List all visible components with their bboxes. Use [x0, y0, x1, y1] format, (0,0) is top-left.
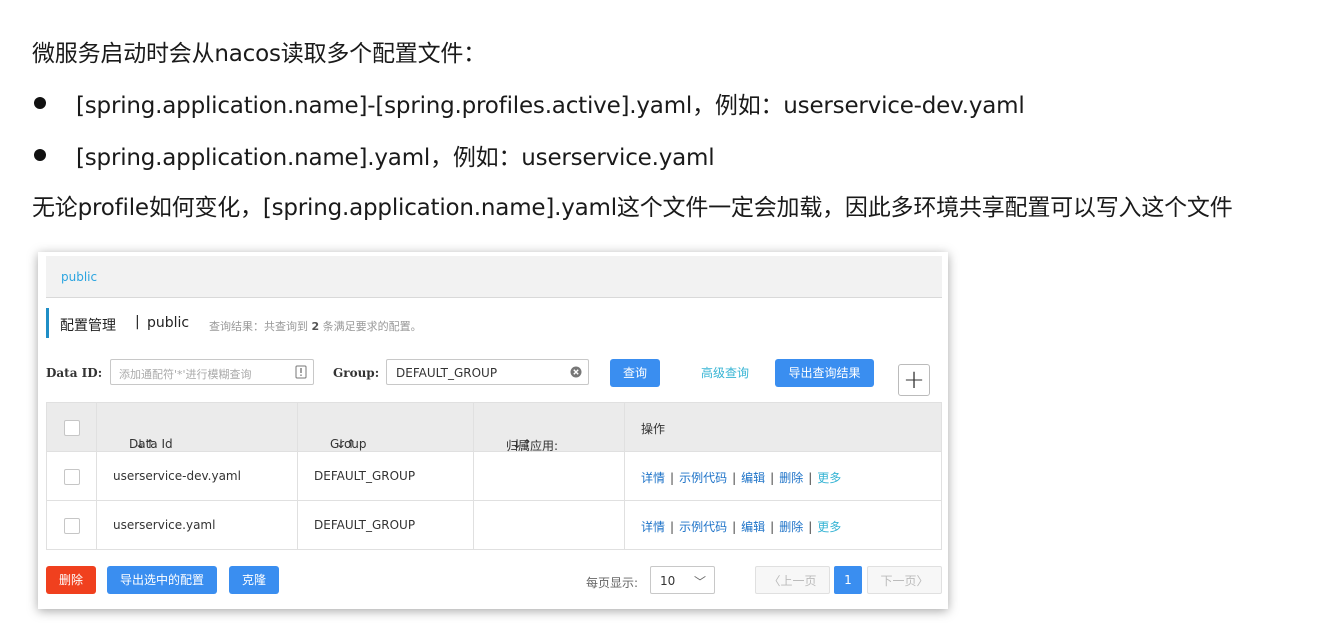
clear-icon[interactable] — [570, 366, 582, 380]
group-label: Group: — [333, 366, 380, 380]
dataid-label: Data ID: — [46, 366, 103, 380]
cell-dataid: userservice.yaml — [97, 501, 298, 549]
title-separator: | — [135, 314, 140, 330]
next-page-button[interactable]: 下一页〉 — [867, 566, 942, 594]
advanced-query-link[interactable]: 高级查询 — [694, 359, 756, 387]
chevron-down-icon: ﹀ — [693, 575, 706, 589]
table-row: userservice-dev.yaml DEFAULT_GROUP 详情 | 示例… — [47, 452, 941, 501]
cell-group: DEFAULT_GROUP — [298, 501, 474, 549]
group-text: DEFAULT_GROUP — [314, 469, 416, 483]
sample-code-link[interactable]: 示例代码 — [679, 471, 727, 485]
dataid-placeholder: 添加通配符'*'进行模糊查询 — [119, 368, 252, 381]
export-query-button[interactable]: 导出查询结果 — [775, 359, 874, 387]
group-text: DEFAULT_GROUP — [314, 518, 416, 532]
detail-link[interactable]: 详情 — [641, 471, 665, 485]
sort-icon[interactable]: ↓↑ — [336, 437, 356, 451]
select-all-checkbox[interactable] — [64, 420, 80, 436]
chevron-right-icon: 〉 — [916, 574, 929, 588]
bullet-dot-icon — [34, 149, 46, 161]
row-checkbox[interactable] — [64, 469, 80, 485]
query-button[interactable]: 查询 — [610, 359, 660, 387]
namespace-tab-public[interactable]: public — [61, 270, 97, 284]
sort-icon[interactable]: ↓↑ — [512, 437, 532, 451]
cell-ops: 详情 | 示例代码 | 编辑 | 删除 | 更多 — [641, 520, 842, 534]
edit-link[interactable]: 编辑 — [741, 471, 765, 485]
conclusion-line: 无论profile如何变化，[spring.application.name].… — [32, 195, 1233, 221]
header-group[interactable]: Group ↓↑ — [298, 403, 474, 451]
sort-icon[interactable]: ↓↑ — [135, 437, 155, 451]
clone-button[interactable]: 克隆 — [229, 566, 279, 594]
header-app[interactable]: 归属应用: ↓↑ — [474, 403, 625, 453]
prev-page-button[interactable]: 〈上一页 — [755, 566, 830, 594]
header-ops: 操作 — [625, 403, 941, 451]
clipboard-icon[interactable] — [295, 365, 307, 379]
page-size-label: 每页显示: — [586, 576, 639, 590]
nacos-config-panel: public 配置管理 | public 查询结果：共查询到 2 条满足要求的配… — [38, 252, 948, 609]
page-size-value: 10 — [660, 574, 676, 588]
bullet-text-1: [spring.application.name]-[spring.profil… — [76, 93, 1025, 119]
page-1-button[interactable]: 1 — [834, 566, 862, 594]
header-select-cell — [47, 403, 97, 451]
result-count: 2 — [311, 320, 320, 333]
table-header-row: Data Id ↓↑ Group ↓↑ 归属应用: ↓↑ 操作 — [47, 403, 941, 453]
detail-link[interactable]: 详情 — [641, 520, 665, 534]
edit-link[interactable]: 编辑 — [741, 520, 765, 534]
result-prefix: 查询结果：共查询到 — [209, 320, 308, 333]
cell-ops: 详情 | 示例代码 | 编辑 | 删除 | 更多 — [641, 471, 842, 485]
delete-button[interactable]: 删除 — [46, 566, 96, 594]
page-title-row: 配置管理 | public 查询结果：共查询到 2 条满足要求的配置。 — [46, 308, 422, 338]
more-link[interactable]: 更多 — [817, 520, 841, 534]
page-title: 配置管理 — [60, 318, 116, 334]
header-dataid[interactable]: Data Id ↓↑ — [97, 403, 298, 451]
cell-app — [474, 452, 625, 500]
table-row: userservice.yaml DEFAULT_GROUP 详情 | 示例代码 | 编… — [47, 501, 941, 549]
next-page-label: 下一页 — [880, 574, 917, 588]
chevron-left-icon: 〈 — [768, 574, 781, 588]
query-result-summary: 查询结果：共查询到 2 条满足要求的配置。 — [209, 318, 422, 334]
config-table: Data Id ↓↑ Group ↓↑ 归属应用: ↓↑ 操作 userservice… — [46, 402, 942, 550]
row-select-cell — [47, 501, 97, 549]
result-suffix: 条满足要求的配置。 — [322, 320, 422, 333]
sample-code-link[interactable]: 示例代码 — [679, 520, 727, 534]
dataid-text: userservice-dev.yaml — [113, 469, 241, 483]
group-value: DEFAULT_GROUP — [396, 366, 498, 380]
more-link[interactable]: 更多 — [817, 471, 841, 485]
bullet-text-2: [spring.application.name].yaml，例如：userse… — [76, 145, 715, 171]
delete-link[interactable]: 删除 — [779, 520, 803, 534]
prev-page-label: 上一页 — [780, 574, 817, 588]
export-selected-button[interactable]: 导出选中的配置 — [107, 566, 217, 594]
title-namespace: public — [147, 315, 190, 331]
dataid-text: userservice.yaml — [113, 518, 216, 532]
cell-dataid: userservice-dev.yaml — [97, 452, 298, 500]
dataid-search-input[interactable]: 添加通配符'*'进行模糊查询 — [110, 359, 314, 385]
namespace-bar: public — [46, 256, 942, 298]
bullet-dot-icon — [34, 97, 46, 109]
delete-link[interactable]: 删除 — [779, 471, 803, 485]
intro-line: 微服务启动时会从nacos读取多个配置文件： — [32, 41, 486, 67]
row-select-cell — [47, 452, 97, 500]
cell-group: DEFAULT_GROUP — [298, 452, 474, 500]
add-config-button[interactable]: + — [898, 364, 930, 396]
row-checkbox[interactable] — [64, 518, 80, 534]
page-size-select[interactable]: 10 ﹀ — [650, 566, 715, 594]
header-ops-label: 操作 — [641, 422, 666, 436]
cell-app — [474, 501, 625, 549]
group-input[interactable]: DEFAULT_GROUP — [386, 359, 589, 385]
